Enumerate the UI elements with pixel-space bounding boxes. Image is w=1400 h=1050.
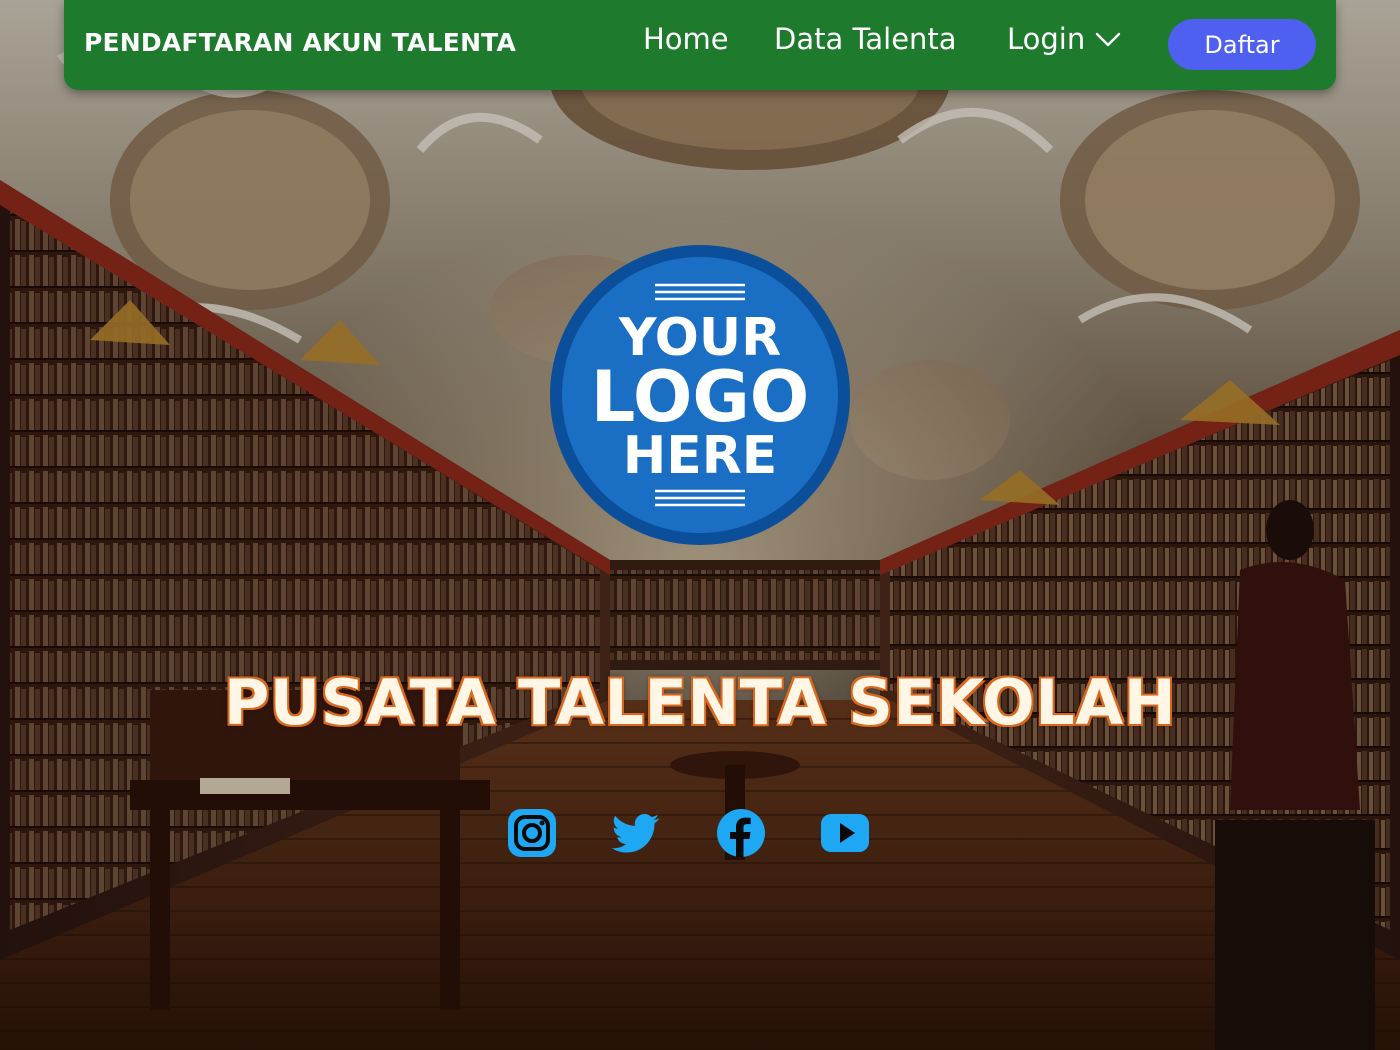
youtube-icon[interactable] bbox=[820, 808, 870, 858]
top-navbar: PENDAFTARAN AKUN TALENTA Home Data Talen… bbox=[64, 0, 1336, 90]
twitter-icon[interactable] bbox=[611, 808, 661, 858]
nav-home-link[interactable]: Home bbox=[643, 22, 729, 56]
chevron-down-icon bbox=[1096, 32, 1121, 47]
logo-placeholder: YOUR LOGO HERE bbox=[548, 243, 852, 547]
daftar-button[interactable]: Daftar bbox=[1168, 19, 1316, 70]
facebook-icon[interactable] bbox=[716, 808, 766, 858]
brand-title[interactable]: PENDAFTARAN AKUN TALENTA bbox=[84, 28, 516, 57]
logo-line-3: HERE bbox=[623, 426, 778, 486]
nav-data-talenta-link[interactable]: Data Talenta bbox=[774, 22, 957, 56]
nav-login-label: Login bbox=[1007, 22, 1086, 56]
instagram-icon[interactable] bbox=[507, 808, 557, 858]
hero-title: PUSATA TALENTA SEKOLAH bbox=[223, 666, 1177, 739]
nav-login-dropdown[interactable]: Login bbox=[1007, 22, 1121, 56]
